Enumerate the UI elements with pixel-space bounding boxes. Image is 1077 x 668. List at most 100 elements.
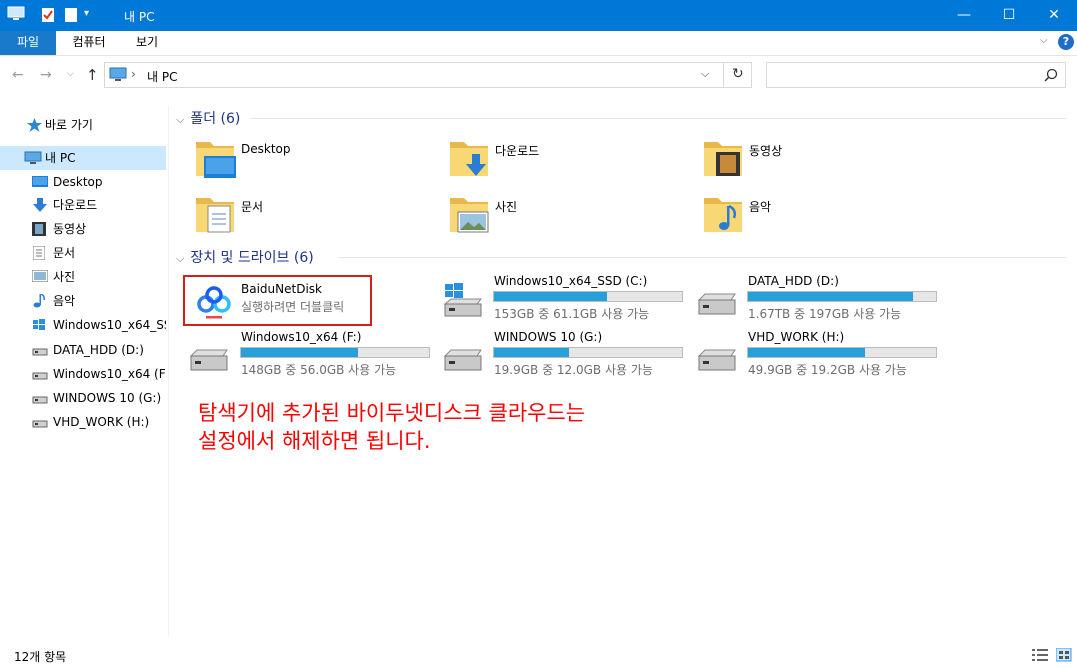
sidebar-item-drive-f[interactable]: Windows10_x64 (F:)	[0, 362, 166, 386]
drive-icon	[187, 338, 233, 376]
music-icon	[33, 294, 48, 308]
drive-icon	[32, 415, 48, 429]
document-folder-icon	[194, 192, 238, 236]
music-folder-icon	[702, 192, 746, 236]
windows-drive-icon	[32, 318, 47, 332]
sidebar-item-downloads[interactable]: 다운로드	[0, 193, 166, 217]
sidebar-item-documents[interactable]: 문서	[0, 241, 166, 265]
annotation-line-2: 설정에서 해제하면 됩니다.	[198, 429, 431, 453]
sidebar-item-this-pc[interactable]: 내 PC	[0, 146, 166, 170]
minimize-button[interactable]: —	[941, 0, 987, 31]
video-icon	[32, 222, 47, 236]
sidebar-item-pictures[interactable]: 사진	[0, 265, 166, 289]
group-divider	[250, 118, 1066, 119]
usage-bar	[493, 347, 683, 358]
breadcrumb-separator[interactable]: ›	[131, 67, 136, 81]
annotation-text: 탐색기에 추가된 바이두넷디스크 클라우드는 설정에서 해제하면 됩니다.	[198, 399, 585, 455]
picture-folder-icon	[448, 192, 492, 236]
computer-icon	[7, 6, 25, 24]
drive-icon	[32, 343, 48, 357]
picture-icon	[32, 270, 48, 284]
tab-view[interactable]: 보기	[124, 31, 170, 55]
usage-bar-fill	[494, 348, 570, 357]
baidu-netdisk-item[interactable]: BaiduNetDisk 실행하려면 더블클릭	[183, 275, 372, 326]
sidebar-item-drive-h[interactable]: VHD_WORK (H:)	[0, 410, 166, 434]
drives-group-header[interactable]: ⌵ 장치 및 드라이브 (6)	[176, 247, 314, 267]
breadcrumb-location[interactable]: 내 PC	[147, 68, 177, 85]
drive-icon	[441, 338, 487, 376]
help-icon[interactable]: ?	[1058, 34, 1074, 50]
drive-icon	[32, 367, 48, 381]
status-item-count: 12개 항목	[14, 650, 67, 664]
address-bar[interactable]: › 내 PC ⌵ ↻	[104, 62, 752, 88]
desktop-icon	[32, 175, 48, 189]
large-icons-view-icon[interactable]	[1056, 648, 1072, 662]
drive-d[interactable]: DATA_HDD (D:) 1.67TB 중 197GB 사용 가능	[695, 272, 945, 322]
computer-icon	[109, 67, 127, 83]
usage-bar	[493, 291, 683, 302]
details-view-icon[interactable]	[1032, 648, 1048, 662]
usage-bar-fill	[494, 292, 607, 301]
download-icon	[32, 198, 47, 212]
new-folder-icon[interactable]	[64, 6, 78, 24]
search-input[interactable]	[766, 62, 1066, 88]
back-button[interactable]: ←	[12, 67, 24, 83]
drive-icon	[32, 391, 48, 405]
usage-bar	[747, 347, 937, 358]
windows-drive-icon	[441, 282, 487, 320]
star-icon	[27, 118, 42, 132]
usage-bar	[747, 291, 937, 302]
recent-locations-button[interactable]: ⌵	[67, 69, 74, 79]
document-icon	[33, 246, 48, 260]
desktop-folder-icon	[194, 136, 238, 180]
usage-bar-fill	[241, 348, 358, 357]
sidebar-item-drive-g[interactable]: WINDOWS 10 (G:)	[0, 386, 166, 410]
folder-music[interactable]: 음악	[702, 192, 942, 240]
properties-icon[interactable]	[40, 6, 56, 24]
folder-videos[interactable]: 동영상	[702, 136, 942, 184]
close-button[interactable]: ✕	[1031, 0, 1077, 31]
title-bar: ▾ 내 PC — ☐ ✕	[0, 0, 1077, 31]
usage-bar-fill	[748, 348, 865, 357]
folders-group-header[interactable]: ⌵ 폴더 (6)	[176, 108, 240, 128]
computer-icon	[24, 151, 42, 165]
group-divider	[338, 257, 1066, 258]
ribbon-tabs: 파일 컴퓨터 보기 ⌵ ?	[0, 31, 1077, 56]
drive-f[interactable]: Windows10_x64 (F:) 148GB 중 56.0GB 사용 가능	[187, 328, 437, 378]
drive-g[interactable]: WINDOWS 10 (G:) 19.9GB 중 12.0GB 사용 가능	[441, 328, 691, 378]
sidebar-item-drive-c[interactable]: Windows10_x64_SSD	[0, 313, 166, 337]
folder-pictures[interactable]: 사진	[448, 192, 688, 240]
sidebar-item-videos[interactable]: 동영상	[0, 217, 166, 241]
chevron-down-icon: ⌵	[176, 252, 185, 265]
search-icon	[1044, 68, 1058, 82]
drive-h[interactable]: VHD_WORK (H:) 49.9GB 중 19.2GB 사용 가능	[695, 328, 945, 378]
sidebar-item-quick-access[interactable]: 바로 가기	[0, 113, 166, 137]
drive-c[interactable]: Windows10_x64_SSD (C:) 153GB 중 61.1GB 사용…	[441, 272, 691, 322]
forward-button[interactable]: →	[40, 67, 52, 83]
tab-computer[interactable]: 컴퓨터	[62, 31, 116, 55]
sidebar-item-desktop[interactable]: Desktop	[0, 170, 166, 194]
usage-bar-fill	[748, 292, 914, 301]
up-button[interactable]: ↑	[86, 66, 99, 84]
address-dropdown-icon[interactable]: ⌵	[701, 67, 709, 81]
usage-bar	[240, 347, 430, 358]
maximize-button[interactable]: ☐	[986, 0, 1032, 31]
expand-ribbon-icon[interactable]: ⌵	[1040, 35, 1048, 46]
drive-icon	[695, 338, 741, 376]
download-folder-icon	[448, 136, 492, 180]
sidebar-item-music[interactable]: 음악	[0, 289, 166, 313]
baidu-cloud-icon	[194, 282, 234, 322]
customize-quick-access-icon[interactable]: ▾	[84, 8, 89, 26]
tab-file[interactable]: 파일	[0, 31, 56, 55]
annotation-line-1: 탐색기에 추가된 바이두넷디스크 클라우드는	[198, 401, 586, 425]
video-folder-icon	[702, 136, 746, 180]
refresh-icon[interactable]: ↻	[732, 66, 744, 82]
folder-downloads[interactable]: 다운로드	[448, 136, 688, 184]
address-divider	[723, 63, 724, 87]
sidebar-item-drive-d[interactable]: DATA_HDD (D:)	[0, 338, 166, 362]
drive-icon	[695, 282, 741, 320]
folder-desktop[interactable]: Desktop	[194, 136, 434, 184]
window-title: 내 PC	[124, 10, 155, 24]
folder-documents[interactable]: 문서	[194, 192, 434, 240]
chevron-down-icon: ⌵	[176, 113, 185, 126]
